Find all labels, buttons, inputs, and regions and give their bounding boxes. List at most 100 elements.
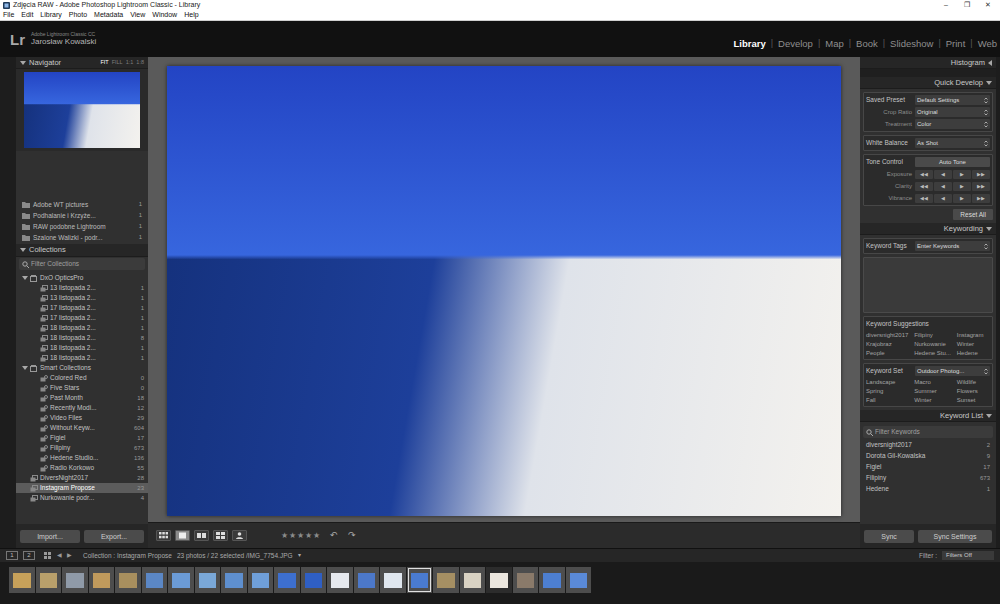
filter-keywords-field[interactable] xyxy=(875,427,990,437)
keyword-chip[interactable]: Instagram xyxy=(957,331,990,339)
stepper-button[interactable]: ◀ xyxy=(934,182,952,191)
filmstrip-thumbnail[interactable] xyxy=(433,567,459,593)
collection-row[interactable]: Filipiny673 xyxy=(16,443,148,453)
collections-header[interactable]: Collections xyxy=(16,244,148,257)
collection-row[interactable]: Five Stars0 xyxy=(16,383,148,393)
keyword-chip[interactable]: Krajobraz xyxy=(866,340,912,348)
source-dropdown[interactable]: ▾ xyxy=(298,551,301,560)
filmstrip-thumbnail[interactable] xyxy=(301,567,327,593)
histogram-header[interactable]: Histogram xyxy=(860,57,996,69)
collection-row[interactable]: 13 listopada 2...1 xyxy=(16,283,148,293)
keyword-chip[interactable]: Winter xyxy=(914,396,955,404)
module-tab[interactable]: Web xyxy=(978,37,997,51)
menu-item[interactable]: Photo xyxy=(69,10,87,20)
menu-item[interactable]: Window xyxy=(152,10,177,20)
rotate-left-button[interactable]: ↶ xyxy=(330,531,338,540)
folder-row[interactable]: Podhalanie i Krzyże...1 xyxy=(16,210,148,221)
keyword-chip[interactable]: Summer xyxy=(914,387,955,395)
star-icon[interactable]: ★ xyxy=(289,532,296,540)
filmstrip-thumbnail[interactable] xyxy=(115,567,141,593)
keyword-row[interactable]: Figiel17 xyxy=(860,462,996,472)
keyword-row[interactable]: Filipiny673 xyxy=(860,473,996,483)
collection-set-row[interactable]: DxO OpticsPro xyxy=(16,273,148,283)
dropdown[interactable]: As Shot xyxy=(915,138,990,148)
folder-row[interactable]: Szalone Walizki - podr...1 xyxy=(16,232,148,243)
keyword-chip[interactable]: Winter xyxy=(957,340,990,348)
window-control-button[interactable]: – xyxy=(937,0,955,10)
filmstrip-thumbnail[interactable] xyxy=(327,567,353,593)
collection-row[interactable]: Without Keyw...604 xyxy=(16,423,148,433)
menu-item[interactable]: View xyxy=(130,10,145,20)
keyword-chip[interactable]: People xyxy=(866,349,912,357)
disclosure-triangle-icon[interactable] xyxy=(986,414,992,418)
filmstrip-thumbnail[interactable] xyxy=(486,567,512,593)
filmstrip-thumbnail[interactable] xyxy=(168,567,194,593)
filmstrip-thumbnail[interactable] xyxy=(89,567,115,593)
grid-view-button[interactable] xyxy=(156,530,171,541)
keyword-chip[interactable]: Filipiny xyxy=(914,331,955,339)
collection-row[interactable]: DiversNight201728 xyxy=(16,473,148,483)
filmstrip-thumbnail[interactable] xyxy=(195,567,221,593)
disclosure-triangle-icon[interactable] xyxy=(986,81,992,85)
collection-row[interactable]: Figiel17 xyxy=(16,433,148,443)
sync-button[interactable]: Sync xyxy=(864,530,914,543)
reset-all-button[interactable]: Reset All xyxy=(953,209,993,220)
filmstrip-thumbnail[interactable] xyxy=(36,567,62,593)
collection-row[interactable]: Past Month18 xyxy=(16,393,148,403)
keyword-chip[interactable]: Sunset xyxy=(957,396,990,404)
star-icon[interactable]: ★ xyxy=(305,532,312,540)
keyword-row[interactable]: Hedene1 xyxy=(860,484,996,494)
disclosure-triangle-icon[interactable] xyxy=(986,227,992,231)
module-tab[interactable]: Print xyxy=(946,37,966,51)
collection-set-row[interactable]: Smart Collections xyxy=(16,363,148,373)
collection-row[interactable]: 18 listopada 2...1 xyxy=(16,323,148,333)
keyword-chip[interactable]: diversnight2017 xyxy=(866,331,912,339)
menu-item[interactable]: Help xyxy=(184,10,198,20)
filmstrip-thumbnail[interactable] xyxy=(513,567,539,593)
filmstrip-thumbnail[interactable] xyxy=(142,567,168,593)
stepper-button[interactable]: ▶ xyxy=(953,194,971,203)
next-button[interactable]: ▶ xyxy=(67,551,72,560)
keyword-chip[interactable]: Hedene xyxy=(957,349,990,357)
collection-row[interactable]: 18 listopada 2...1 xyxy=(16,343,148,353)
rotate-right-button[interactable]: ↷ xyxy=(348,531,356,540)
menu-item[interactable]: File xyxy=(3,10,14,20)
collection-row[interactable]: 18 listopada 2...1 xyxy=(16,353,148,363)
module-tab[interactable]: Map xyxy=(825,37,843,51)
menu-item[interactable]: Metadata xyxy=(94,10,123,20)
keyword-tags-field[interactable] xyxy=(863,257,993,313)
stepper-button[interactable]: ▶ xyxy=(953,170,971,179)
navigator-preview[interactable] xyxy=(24,72,140,148)
module-tab[interactable]: Slideshow xyxy=(890,37,933,51)
filmstrip-thumbnail[interactable] xyxy=(566,567,592,593)
keyword-chip[interactable]: Landscape xyxy=(866,378,912,386)
dropdown[interactable]: Color xyxy=(915,119,990,129)
disclosure-triangle-icon[interactable] xyxy=(22,276,28,280)
keyword-chip[interactable]: Nurkowanie xyxy=(914,340,955,348)
stepper-button[interactable]: ◀◀ xyxy=(915,182,933,191)
dropdown[interactable]: Enter Keywords xyxy=(915,241,990,251)
compare-view-button[interactable] xyxy=(194,530,209,541)
filmstrip-thumbnail[interactable] xyxy=(62,567,88,593)
filter-dropdown[interactable]: Filters Off xyxy=(942,551,994,560)
right-panel-edge[interactable] xyxy=(996,57,1000,548)
left-panel-edge[interactable] xyxy=(0,57,16,548)
keyword-chip[interactable]: Spring xyxy=(866,387,912,395)
navigator-header[interactable]: NavigatorFITFILL1:11:8 xyxy=(16,57,148,69)
dropdown[interactable]: Default Settings xyxy=(915,95,990,105)
star-icon[interactable]: ★ xyxy=(297,532,304,540)
keyword-row[interactable]: diversnight20172 xyxy=(860,440,996,450)
filmstrip-thumbnail[interactable] xyxy=(248,567,274,593)
filmstrip-thumbnail[interactable] xyxy=(460,567,486,593)
collection-row[interactable]: Colored Red0 xyxy=(16,373,148,383)
menu-item[interactable]: Edit xyxy=(21,10,33,20)
collection-row[interactable]: Instagram Propose23 xyxy=(16,483,148,493)
stepper-button[interactable]: ◀ xyxy=(934,194,952,203)
quick-develop-header[interactable]: Quick Develop xyxy=(860,77,996,89)
collection-row[interactable]: 17 listopada 2...1 xyxy=(16,303,148,313)
stepper-button[interactable]: ◀◀ xyxy=(915,194,933,203)
stepper-button[interactable]: ◀ xyxy=(934,170,952,179)
keywording-header[interactable]: Keywording xyxy=(860,223,996,235)
people-view-button[interactable] xyxy=(232,530,247,541)
zoom-option[interactable]: FIT xyxy=(100,58,108,66)
